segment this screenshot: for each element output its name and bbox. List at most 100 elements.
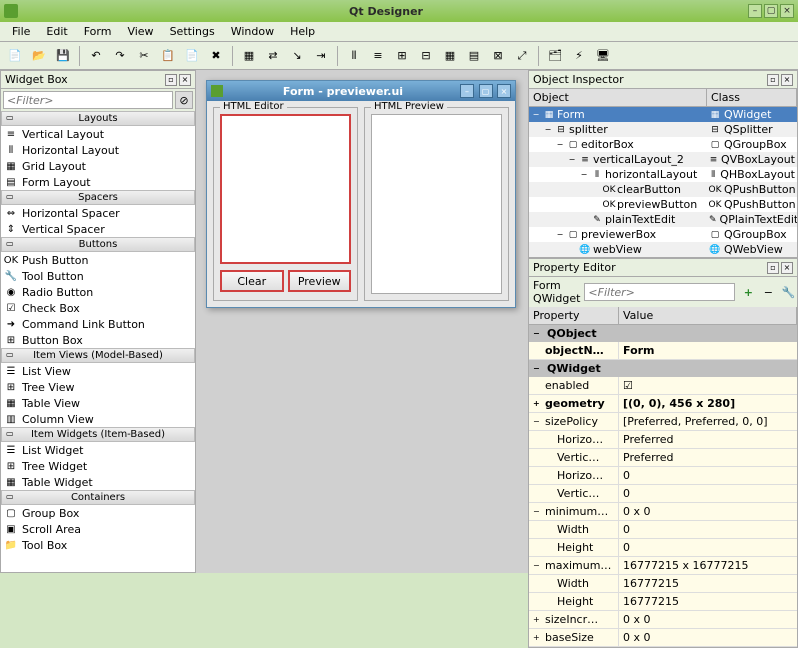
property-row[interactable]: Horizo…0 xyxy=(529,467,797,485)
property-value[interactable]: 16777215 x 16777215 xyxy=(619,557,797,574)
property-value[interactable]: [(0, 0), 456 x 280] xyxy=(619,395,797,412)
preview-button[interactable]: Preview xyxy=(288,270,352,292)
collapse-icon[interactable]: − xyxy=(533,329,543,338)
widget-item[interactable]: ⊞Tree View xyxy=(1,379,195,395)
property-value[interactable]: Preferred xyxy=(619,431,797,448)
widget-item[interactable]: ☰List View xyxy=(1,363,195,379)
editsignals-icon[interactable]: ⇄ xyxy=(262,45,284,67)
expand-icon[interactable]: − xyxy=(567,155,577,164)
form-close-icon[interactable]: × xyxy=(497,84,511,98)
menu-help[interactable]: Help xyxy=(282,23,323,40)
expand-icon[interactable]: − xyxy=(533,561,543,570)
oi-row[interactable]: −⊟splitter⊟QSplitter xyxy=(529,122,797,137)
break-layout-icon[interactable]: ⊠ xyxy=(487,45,509,67)
property-value[interactable]: 0 xyxy=(619,485,797,502)
widget-item[interactable]: ☑Check Box xyxy=(1,300,195,316)
menu-form[interactable]: Form xyxy=(76,23,120,40)
dock-close-icon[interactable]: × xyxy=(781,262,793,274)
undo-icon[interactable]: ↶ xyxy=(85,45,107,67)
property-row[interactable]: objectN…Form xyxy=(529,342,797,360)
property-value[interactable]: 16777215 xyxy=(619,575,797,592)
widget-item[interactable]: ▦Table View xyxy=(1,395,195,411)
property-value[interactable]: 0 x 0 xyxy=(619,503,797,520)
maximize-button[interactable]: ▢ xyxy=(764,4,778,18)
property-value[interactable]: 0 xyxy=(619,467,797,484)
widget-item[interactable]: ⊞Button Box xyxy=(1,332,195,348)
property-row[interactable]: Height0 xyxy=(529,539,797,557)
property-value[interactable]: 0 x 0 xyxy=(619,629,797,646)
widget-item[interactable]: ▢Group Box xyxy=(1,505,195,521)
oi-col-class[interactable]: Class xyxy=(707,89,797,106)
widget-item[interactable]: 🔧Tool Button xyxy=(1,268,195,284)
widget-item[interactable]: ▥Column View xyxy=(1,411,195,427)
widget-item[interactable]: ⇕Vertical Spacer xyxy=(1,221,195,237)
layout-hs-icon[interactable]: ⊞ xyxy=(391,45,413,67)
filter-clear-icon[interactable]: ⊘ xyxy=(175,91,193,109)
property-value[interactable]: Preferred xyxy=(619,449,797,466)
property-row[interactable]: Vertic…0 xyxy=(529,485,797,503)
property-row[interactable]: Height16777215 xyxy=(529,593,797,611)
open-icon[interactable]: 📂 xyxy=(28,45,50,67)
editbuddies-icon[interactable]: ↘ xyxy=(286,45,308,67)
property-row[interactable]: Vertic…Preferred xyxy=(529,449,797,467)
editwidgets-icon[interactable]: ▦ xyxy=(238,45,260,67)
close-button[interactable]: × xyxy=(780,4,794,18)
preview-icon[interactable]: 🖥 xyxy=(592,45,614,67)
property-value[interactable]: 16777215 xyxy=(619,593,797,610)
widget-box-filter[interactable] xyxy=(3,91,173,109)
oi-row[interactable]: −▢editorBox▢QGroupBox xyxy=(529,137,797,152)
expand-icon[interactable]: + xyxy=(533,399,543,408)
widget-item[interactable]: ▦Table Widget xyxy=(1,474,195,490)
property-row[interactable]: +baseSize0 x 0 xyxy=(529,629,797,647)
oi-col-object[interactable]: Object xyxy=(529,89,707,106)
config-icon[interactable]: 🔧 xyxy=(779,283,797,301)
property-editor-tree[interactable]: −QObjectobjectN…Form−QWidgetenabled☑+geo… xyxy=(529,325,797,647)
expand-icon[interactable]: − xyxy=(579,170,589,179)
widget-item[interactable]: ⫴Horizontal Layout xyxy=(1,142,195,158)
widget-item[interactable]: ≡Vertical Layout xyxy=(1,126,195,142)
property-row[interactable]: Width16777215 xyxy=(529,575,797,593)
widget-item[interactable]: 📁Tool Box xyxy=(1,537,195,553)
property-value[interactable]: ☑ xyxy=(619,377,797,394)
edittaborder-icon[interactable]: ⇥ xyxy=(310,45,332,67)
save-icon[interactable]: 💾 xyxy=(52,45,74,67)
expand-icon[interactable]: − xyxy=(555,140,565,149)
property-row[interactable]: enabled☑ xyxy=(529,377,797,395)
property-row[interactable]: +geometry[(0, 0), 456 x 280] xyxy=(529,395,797,413)
widget-category[interactable]: Item Widgets (Item-Based) xyxy=(1,427,195,442)
cut-icon[interactable]: ✂ xyxy=(133,45,155,67)
add-dynamic-icon[interactable]: + xyxy=(739,283,757,301)
property-row[interactable]: +sizeIncr…0 x 0 xyxy=(529,611,797,629)
widget-item[interactable]: ▤Form Layout xyxy=(1,174,195,190)
oi-row[interactable]: −⫴horizontalLayout⫴QHBoxLayout xyxy=(529,167,797,182)
layout-grid-icon[interactable]: ▦ xyxy=(439,45,461,67)
property-category[interactable]: −QWidget xyxy=(529,360,797,377)
editor-groupbox[interactable]: HTML Editor Clear Preview xyxy=(213,107,358,301)
form-window[interactable]: Form - previewer.ui – ▢ × HTML Editor Cl… xyxy=(206,80,516,308)
form-minimize-icon[interactable]: – xyxy=(460,84,474,98)
widget-item[interactable]: ➜Command Link Button xyxy=(1,316,195,332)
property-value[interactable]: 0 x 0 xyxy=(619,611,797,628)
widget-category[interactable]: Item Views (Model-Based) xyxy=(1,348,195,363)
dock-float-icon[interactable]: ▫ xyxy=(165,74,177,86)
widget-item[interactable]: ▦Grid Layout xyxy=(1,158,195,174)
property-row[interactable]: Width0 xyxy=(529,521,797,539)
paste-icon[interactable]: 📄 xyxy=(181,45,203,67)
widget-item[interactable]: ◉Radio Button xyxy=(1,284,195,300)
menu-settings[interactable]: Settings xyxy=(162,23,223,40)
adjust-size-icon[interactable]: ⤢ xyxy=(511,45,533,67)
oi-row[interactable]: OKpreviewButtonOKQPushButton xyxy=(529,197,797,212)
oi-row[interactable]: ✎plainTextEdit✎QPlainTextEdit xyxy=(529,212,797,227)
form-maximize-icon[interactable]: ▢ xyxy=(479,84,493,98)
plain-text-edit[interactable] xyxy=(220,114,351,264)
layout-vs-icon[interactable]: ⊟ xyxy=(415,45,437,67)
redo-icon[interactable]: ↷ xyxy=(109,45,131,67)
property-category[interactable]: −QObject xyxy=(529,325,797,342)
copy-icon[interactable]: 📋 xyxy=(157,45,179,67)
previewer-groupbox[interactable]: HTML Preview xyxy=(364,107,509,301)
property-value[interactable]: [Preferred, Preferred, 0, 0] xyxy=(619,413,797,430)
layout-v-icon[interactable]: ≡ xyxy=(367,45,389,67)
widget-category[interactable]: Spacers xyxy=(1,190,195,205)
expand-icon[interactable]: + xyxy=(533,633,543,642)
oi-row[interactable]: OKclearButtonOKQPushButton xyxy=(529,182,797,197)
